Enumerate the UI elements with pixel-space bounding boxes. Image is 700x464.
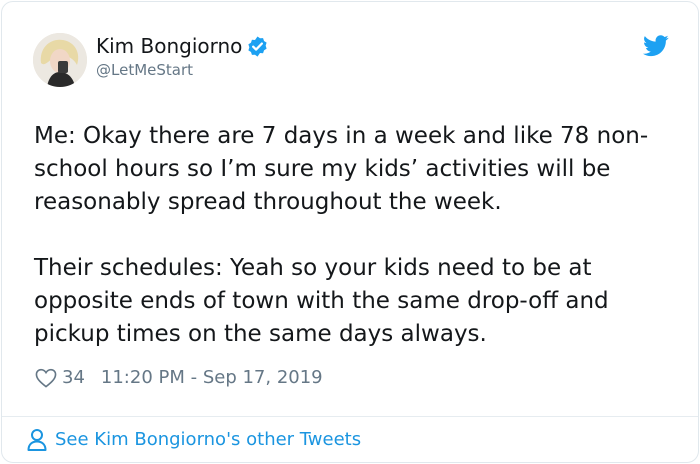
author-handle[interactable]: @LetMeStart <box>96 60 193 80</box>
avatar[interactable] <box>33 33 87 87</box>
twitter-bird-icon[interactable] <box>643 35 669 59</box>
divider <box>2 416 698 417</box>
like-count[interactable]: 34 <box>62 366 85 390</box>
tweet-paragraph: Me: Okay there are 7 days in a week and … <box>34 123 649 215</box>
author-name[interactable]: Kim Bongiorno <box>96 33 242 59</box>
tweet-card: Kim Bongiorno @LetMeStart Me: Okay there… <box>1 1 699 463</box>
author-row: Kim Bongiorno <box>96 33 269 59</box>
verified-badge-icon <box>246 35 269 58</box>
tweet-paragraph: Their schedules: Yeah so your kids need … <box>34 255 609 347</box>
tweet-text: Me: Okay there are 7 days in a week and … <box>34 120 674 351</box>
person-icon <box>26 428 48 452</box>
tweet-timestamp[interactable]: 11:20 PM - Sep 17, 2019 <box>101 366 323 390</box>
other-tweets-label[interactable]: See Kim Bongiorno's other Tweets <box>55 428 361 452</box>
heart-icon[interactable] <box>35 368 57 388</box>
tweet-meta: 34 11:20 PM - Sep 17, 2019 <box>35 366 323 390</box>
other-tweets-link[interactable]: See Kim Bongiorno's other Tweets <box>26 428 361 452</box>
avatar-photo <box>33 33 87 87</box>
